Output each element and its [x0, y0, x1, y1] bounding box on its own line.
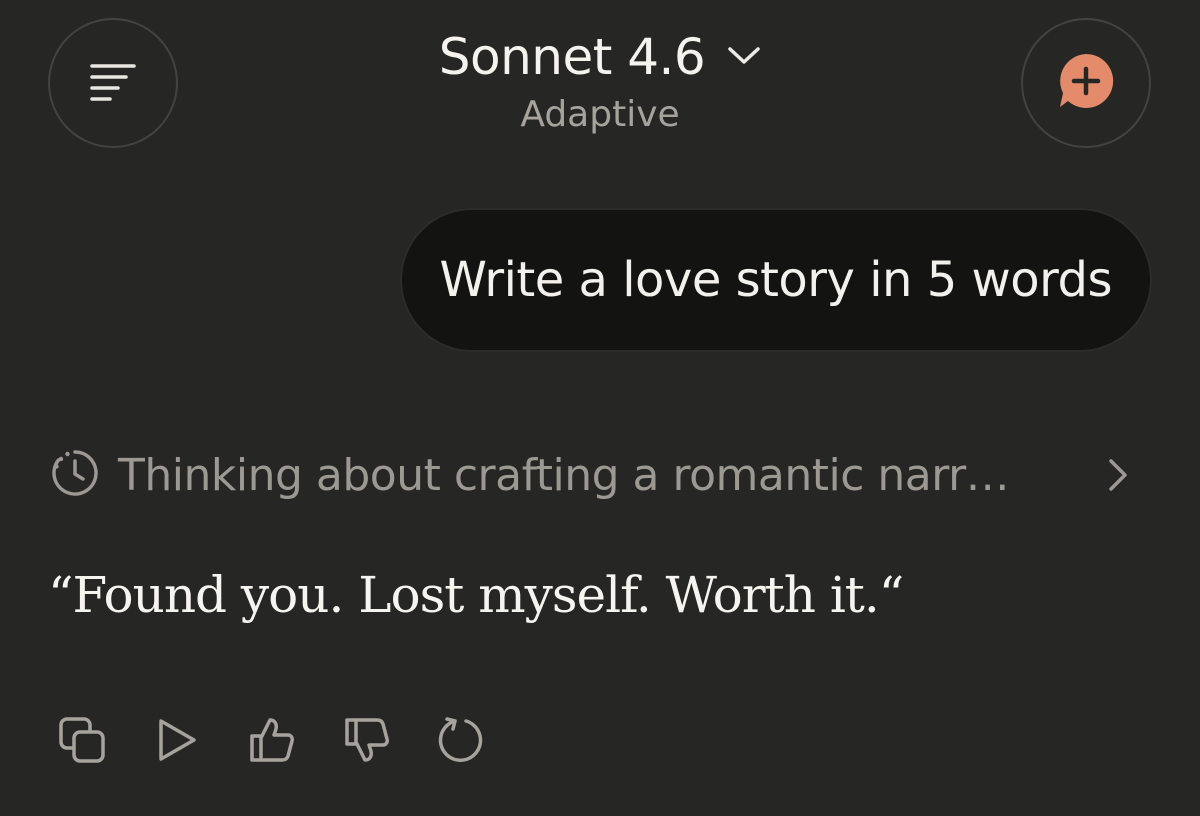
- thumbs-up-button[interactable]: [246, 716, 298, 768]
- clock-icon: [50, 448, 100, 502]
- thumbs-up-icon: [248, 716, 296, 768]
- read-aloud-button[interactable]: [151, 716, 203, 768]
- user-message-bubble: Write a love story in 5 words: [399, 208, 1152, 352]
- retry-icon: [437, 715, 487, 769]
- model-header: Sonnet 4.6 Adaptive: [0, 24, 1200, 138]
- model-mode: Adaptive: [520, 94, 680, 135]
- chevron-down-icon: [727, 45, 761, 69]
- thumbs-down-button[interactable]: [341, 716, 393, 768]
- message-actions: [56, 712, 488, 772]
- new-chat-button[interactable]: [1021, 18, 1151, 148]
- chevron-right-icon: [1106, 457, 1130, 497]
- model-selector[interactable]: Sonnet 4.6: [439, 24, 761, 90]
- model-name: Sonnet 4.6: [438, 28, 706, 86]
- play-icon: [154, 717, 200, 767]
- thumbs-down-icon: [343, 716, 391, 768]
- user-message-text: Write a love story in 5 words: [439, 252, 1113, 308]
- thinking-summary-text: Thinking about crafting a romantic narr…: [118, 449, 1010, 501]
- copy-icon: [58, 716, 106, 768]
- thinking-summary-row[interactable]: Thinking about crafting a romantic narr…: [50, 440, 1140, 510]
- assistant-response: “Found you. Lost myself. Worth it.“: [48, 566, 904, 624]
- retry-button[interactable]: [436, 716, 488, 768]
- new-chat-icon: [1054, 49, 1118, 117]
- copy-button[interactable]: [56, 716, 108, 768]
